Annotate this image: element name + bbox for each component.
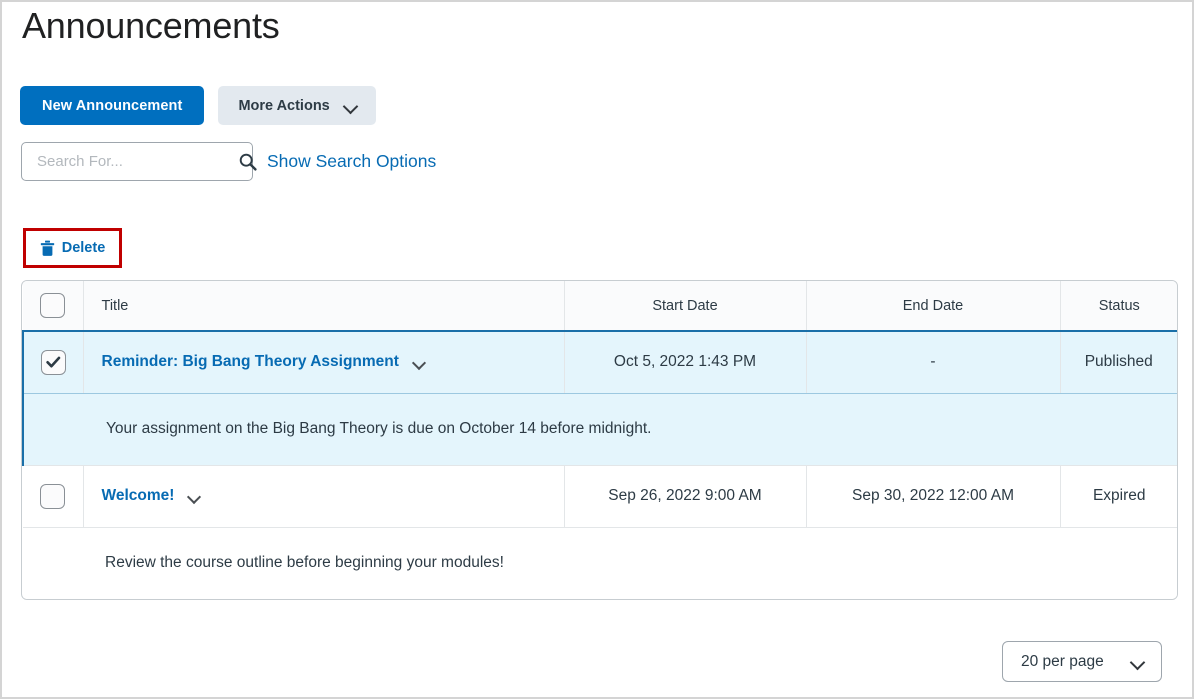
new-announcement-button[interactable]: New Announcement — [20, 86, 205, 125]
announcements-table: Title Start Date End Date Status Reminde… — [22, 281, 1177, 599]
row-end-date: - — [806, 330, 1061, 394]
action-button-bar: New Announcement More Actions — [20, 86, 376, 125]
row-status: Expired — [1060, 465, 1177, 528]
column-header-status[interactable]: Status — [1060, 281, 1177, 332]
column-header-title[interactable]: Title — [83, 281, 565, 332]
chevron-down-icon[interactable] — [188, 492, 201, 500]
search-icon[interactable] — [238, 152, 258, 172]
announcement-body-text: Your assignment on the Big Bang Theory i… — [22, 393, 1177, 466]
row-start-date: Sep 26, 2022 9:00 AM — [564, 465, 807, 528]
announcements-page: Announcements New Announcement More Acti… — [0, 0, 1194, 699]
row-title-cell: Reminder: Big Bang Theory Assignment — [83, 330, 565, 394]
per-page-label: 20 per page — [1021, 652, 1104, 670]
chevron-down-icon — [1131, 657, 1145, 666]
chevron-down-icon[interactable] — [413, 358, 426, 366]
announcement-title-link[interactable]: Welcome! — [102, 487, 175, 505]
delete-action-highlight: Delete — [23, 228, 122, 268]
announcements-table-card: Title Start Date End Date Status Reminde… — [21, 280, 1178, 600]
row-checkbox[interactable] — [40, 349, 66, 375]
column-header-start-date[interactable]: Start Date — [564, 281, 807, 332]
search-box[interactable] — [21, 142, 257, 181]
row-status: Published — [1060, 330, 1177, 394]
row-end-date: Sep 30, 2022 12:00 AM — [806, 465, 1061, 528]
select-all-header — [23, 281, 84, 332]
table-row-body: Review the course outline before beginni… — [23, 527, 1177, 599]
column-header-end-date[interactable]: End Date — [806, 281, 1061, 332]
more-actions-label: More Actions — [238, 97, 330, 114]
title-cell-inner: Reminder: Big Bang Theory Assignment — [84, 353, 564, 371]
select-all-checkbox[interactable] — [40, 293, 66, 318]
search-input[interactable] — [35, 152, 238, 171]
chevron-down-icon — [344, 101, 358, 110]
more-actions-button[interactable]: More Actions — [218, 86, 376, 125]
search-bar: Show Search Options — [21, 142, 436, 181]
table-header-row: Title Start Date End Date Status — [23, 281, 1177, 332]
page-content: Announcements New Announcement More Acti… — [2, 2, 1192, 697]
show-search-options-link[interactable]: Show Search Options — [267, 151, 436, 172]
table-row[interactable]: Reminder: Big Bang Theory Assignment Oct… — [22, 330, 1177, 394]
announcement-title-link[interactable]: Reminder: Big Bang Theory Assignment — [102, 353, 399, 371]
row-select-cell — [23, 465, 84, 528]
announcement-body-text: Review the course outline before beginni… — [23, 527, 1177, 599]
delete-button[interactable]: Delete — [34, 239, 112, 258]
table-header: Title Start Date End Date Status — [23, 281, 1177, 332]
row-checkbox[interactable] — [40, 483, 66, 509]
table-body: Reminder: Big Bang Theory Assignment Oct… — [22, 330, 1177, 599]
title-cell-inner: Welcome! — [84, 487, 564, 505]
trash-icon — [40, 240, 55, 257]
row-start-date: Oct 5, 2022 1:43 PM — [564, 330, 807, 394]
delete-label: Delete — [61, 240, 106, 256]
per-page-select[interactable]: 20 per page — [1002, 641, 1162, 682]
row-select-cell — [22, 330, 84, 394]
table-row[interactable]: Welcome! Sep 26, 2022 9:00 AM Sep 30, 20… — [23, 465, 1177, 528]
row-title-cell: Welcome! — [83, 465, 565, 528]
page-title: Announcements — [22, 5, 280, 46]
table-row-body: Your assignment on the Big Bang Theory i… — [22, 393, 1177, 466]
